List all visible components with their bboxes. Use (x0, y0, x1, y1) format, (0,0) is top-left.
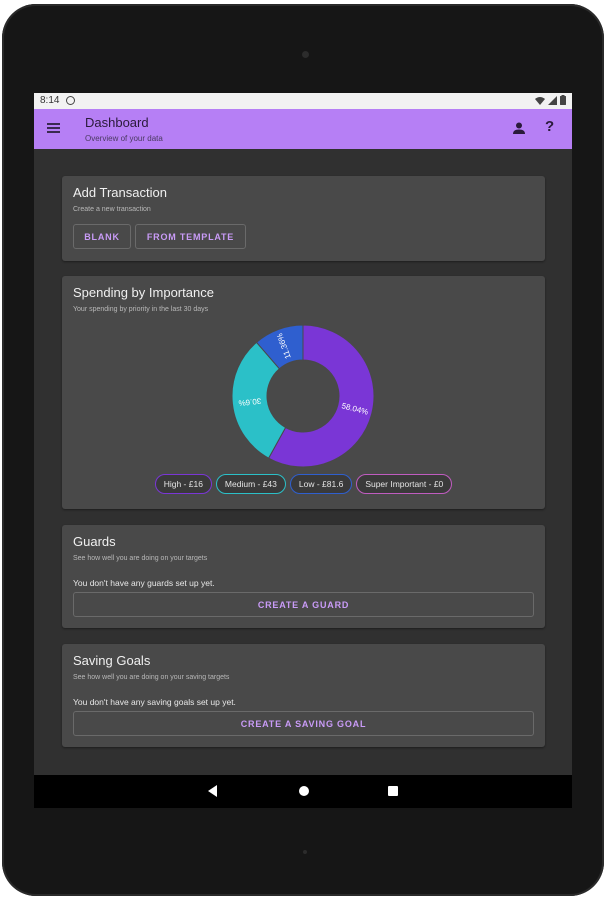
guards-card: Guards See how well you are doing on you… (62, 525, 545, 628)
sync-icon (66, 96, 75, 105)
legend-chip-low[interactable]: Low - £81.6 (289, 474, 353, 494)
sensor-dot (303, 850, 307, 854)
card-subtitle: Your spending by priority in the last 30… (73, 306, 209, 313)
spending-card: Spending by Importance Your spending by … (62, 276, 545, 509)
home-icon[interactable] (299, 786, 309, 796)
card-subtitle: See how well you are doing on your targe… (73, 555, 208, 562)
blank-button[interactable]: BLANK (73, 224, 131, 249)
create-saving-goal-button[interactable]: CREATE A SAVING GOAL (73, 711, 534, 736)
card-title: Saving Goals (73, 653, 151, 668)
battery-icon (560, 95, 566, 105)
chart-legend: High - £16 Medium - £43 Low - £81.6 Supe… (62, 474, 545, 494)
back-icon[interactable] (208, 785, 217, 797)
legend-chip-high[interactable]: High - £16 (154, 474, 212, 494)
card-title: Add Transaction (73, 185, 167, 200)
wifi-icon (535, 96, 545, 105)
card-title: Spending by Importance (73, 285, 214, 300)
help-icon[interactable]: ? (545, 118, 554, 135)
recents-icon[interactable] (388, 786, 398, 796)
page-subtitle: Overview of your data (85, 134, 163, 143)
status-bar: 8:14 (34, 93, 572, 109)
legend-chip-medium[interactable]: Medium - £43 (215, 474, 286, 494)
legend-chip-super-important[interactable]: Super Important - £0 (356, 474, 453, 494)
spending-donut-chart: 58.04%30.6%11.36% (231, 324, 375, 468)
card-title: Guards (73, 534, 116, 549)
card-subtitle: Create a new transaction (73, 206, 151, 213)
page-title: Dashboard (85, 115, 149, 130)
system-nav-bar (34, 775, 572, 808)
from-template-button[interactable]: FROM TEMPLATE (135, 224, 246, 249)
saving-goals-card: Saving Goals See how well you are doing … (62, 644, 545, 747)
status-time: 8:14 (40, 95, 60, 106)
card-subtitle: See how well you are doing on your savin… (73, 674, 230, 681)
add-transaction-card: Add Transaction Create a new transaction… (62, 176, 545, 261)
app-bar: Dashboard Overview of your data ? (34, 109, 572, 149)
saving-goals-empty-text: You don't have any saving goals set up y… (73, 697, 236, 707)
account-icon[interactable] (512, 121, 526, 135)
front-camera (302, 51, 309, 58)
app-screen: 8:14 Dashboard Overview of your data ? A… (34, 93, 572, 808)
signal-icon (548, 95, 557, 105)
guards-empty-text: You don't have any guards set up yet. (73, 578, 215, 588)
menu-icon[interactable] (47, 123, 60, 133)
system-icons (535, 95, 566, 105)
create-guard-button[interactable]: CREATE A GUARD (73, 592, 534, 617)
